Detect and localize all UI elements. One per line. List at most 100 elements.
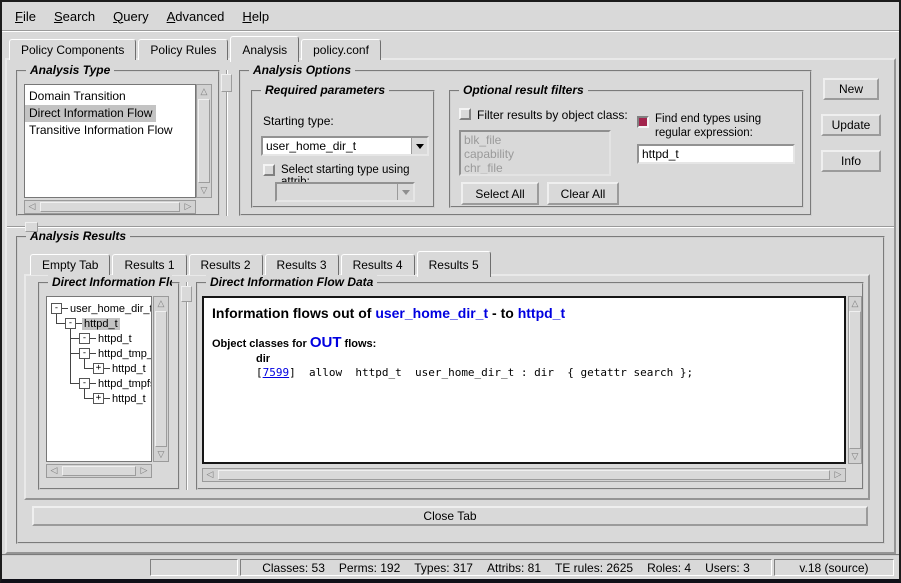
scrollbar-thumb[interactable] [218,470,830,480]
tree-node-label[interactable]: httpd_tmpfs_t [96,378,152,390]
flow-tree[interactable]: -user_home_dir_t -httpd_t -httpd_t [46,296,152,462]
scroll-down-icon[interactable]: ▽ [848,450,862,463]
list-item[interactable]: Transitive Information Flow [25,122,177,139]
tab-results-4[interactable]: Results 4 [341,254,415,275]
vertical-sash[interactable] [186,282,188,490]
analysis-type-frame: Analysis Type Domain Transition Direct I… [16,70,220,216]
rule-number-link[interactable]: 7599 [263,366,290,379]
scroll-left-icon[interactable]: ◁ [25,201,39,213]
scroll-down-icon[interactable]: ▽ [154,448,168,461]
tree-node[interactable]: -user_home_dir_t [51,301,152,316]
tree-node[interactable]: -httpd_t [65,316,120,331]
scroll-right-icon[interactable]: ▷ [137,465,151,477]
attrib-checkbox[interactable] [263,164,275,176]
menu-advanced[interactable]: Advanced [158,7,234,26]
sash-handle[interactable] [221,74,232,92]
chevron-down-icon[interactable] [411,138,427,154]
starting-type-value[interactable] [263,138,411,154]
tree-node[interactable]: + httpd_t [93,391,148,406]
menu-query[interactable]: Query [104,7,157,26]
tree-node-label[interactable]: httpd_t [110,393,148,405]
scroll-left-icon[interactable]: ◁ [47,465,61,477]
tab-results-3[interactable]: Results 3 [265,254,339,275]
scrollbar-thumb[interactable] [849,311,861,449]
flow-data-text[interactable]: Information flows out of user_home_dir_t… [202,296,846,464]
scroll-right-icon[interactable]: ▷ [181,201,195,213]
scrollbar-thumb[interactable] [40,202,180,212]
tab-policy-conf[interactable]: policy.conf [301,39,381,60]
list-item-selected[interactable]: Direct Information Flow [25,105,156,122]
regex-input[interactable] [639,146,793,162]
tree-connector [84,398,93,399]
tree-connector [84,368,93,369]
clear-all-button[interactable]: Clear All [547,182,619,205]
new-button[interactable]: New [823,78,879,100]
menu-file[interactable]: File [6,7,45,26]
close-tab-button[interactable]: Close Tab [32,506,868,526]
analysis-type-hscrollbar[interactable]: ◁ ▷ [24,200,196,214]
required-parameters-title: Required parameters [261,83,389,97]
tree-vscrollbar[interactable]: △ ▽ [153,296,169,462]
scroll-right-icon[interactable]: ▷ [831,469,845,481]
tab-policy-components[interactable]: Policy Components [9,39,136,60]
status-stats: Classes: 53 Perms: 192 Types: 317 Attrib… [240,559,772,576]
scroll-up-icon[interactable]: △ [154,297,168,310]
filter-by-object-class-checkbox[interactable] [459,108,471,120]
data-hscrollbar[interactable]: ◁ ▷ [202,468,846,482]
tree-node-label[interactable]: httpd_t [110,363,148,375]
update-button[interactable]: Update [821,114,881,136]
scroll-up-icon[interactable]: △ [197,85,211,98]
tree-node-label-selected[interactable]: httpd_t [82,318,120,330]
collapse-icon[interactable]: - [51,303,62,314]
menu-help[interactable]: Help [233,7,278,26]
select-all-button[interactable]: Select All [461,182,539,205]
regex-checkbox[interactable] [637,116,649,128]
expand-icon[interactable]: + [93,363,104,374]
collapse-icon[interactable]: - [79,348,90,359]
scrollbar-thumb[interactable] [155,311,167,447]
chevron-down-icon [397,184,413,200]
starting-type-combobox[interactable] [261,136,429,156]
regex-entry[interactable] [637,144,795,164]
scrollbar-thumb[interactable] [62,466,136,476]
object-class-item: chr_file [464,161,606,175]
analysis-type-list[interactable]: Domain Transition Direct Information Flo… [24,84,196,198]
info-button[interactable]: Info [821,150,881,172]
flow-header: Information flows out of user_home_dir_t… [212,305,836,321]
scroll-up-icon[interactable]: △ [848,297,862,310]
scroll-down-icon[interactable]: ▽ [197,184,211,197]
tree-node[interactable]: -httpd_t [79,331,134,346]
tree-node-label[interactable]: httpd_tmp_t [96,348,152,360]
menu-search[interactable]: Search [45,7,104,26]
scroll-left-icon[interactable]: ◁ [203,469,217,481]
menu-bar: File Search Query Advanced Help [2,2,899,30]
tab-results-1[interactable]: Results 1 [112,254,186,275]
sash-handle[interactable] [181,286,192,302]
tab-policy-rules[interactable]: Policy Rules [138,39,228,60]
tree-node[interactable]: + httpd_t [93,361,148,376]
tree-hscrollbar[interactable]: ◁ ▷ [46,464,152,478]
horizontal-sash[interactable] [7,226,894,228]
scrollbar-thumb[interactable] [198,99,210,183]
sash-handle[interactable] [25,222,38,232]
tree-node[interactable]: -httpd_tmpfs_t [79,376,152,391]
expand-icon[interactable]: + [93,393,104,404]
list-item[interactable]: Domain Transition [25,88,130,105]
collapse-icon[interactable]: - [79,333,90,344]
collapse-icon[interactable]: - [65,318,76,329]
tab-empty[interactable]: Empty Tab [30,254,110,275]
results-content-panel: Direct Information Flow T [24,274,870,500]
starting-type-label: Starting type: [263,114,334,128]
tree-node[interactable]: -httpd_tmp_t [79,346,152,361]
analysis-type-vscrollbar[interactable]: △ ▽ [196,84,212,198]
tree-node-label[interactable]: httpd_t [96,333,134,345]
stat-classes: Classes: 53 [262,561,325,575]
tab-results-5[interactable]: Results 5 [417,251,491,277]
main-tab-bar: Policy Components Policy Rules Analysis … [9,33,383,60]
tab-analysis[interactable]: Analysis [230,36,299,62]
optional-result-filters-title: Optional result filters [459,83,588,97]
data-vscrollbar[interactable]: △ ▽ [848,296,862,464]
tab-results-2[interactable]: Results 2 [189,254,263,275]
collapse-icon[interactable]: - [79,378,90,389]
tree-node-label[interactable]: user_home_dir_t [68,303,152,315]
